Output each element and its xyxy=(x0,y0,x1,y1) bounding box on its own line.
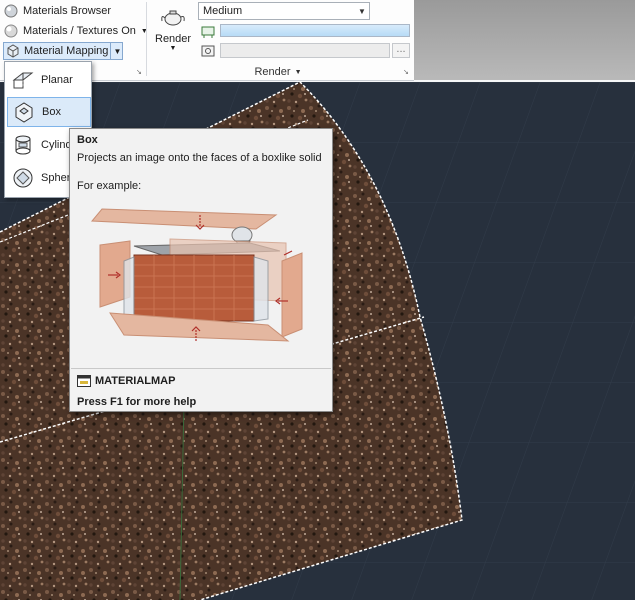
box-mapping-illustration xyxy=(90,208,303,342)
render-quality-select[interactable]: Medium ▼ xyxy=(198,2,370,20)
chevron-down-icon: ▼ xyxy=(358,6,366,16)
materials-textures-dropdown[interactable]: Materials / Textures On ▼ xyxy=(4,22,148,40)
command-line-icon xyxy=(77,375,91,387)
material-mapping-button[interactable]: Material Mapping xyxy=(3,42,123,60)
teapot-icon xyxy=(161,10,185,26)
tooltip-title: Box xyxy=(77,134,98,146)
render-progress-fill xyxy=(221,25,409,36)
render-progress-bar xyxy=(220,24,410,37)
material-sphere-icon xyxy=(4,24,18,38)
ribbon: Materials Browser Materials / Textures O… xyxy=(0,0,635,82)
box-map-icon xyxy=(15,102,33,123)
render-panel-title[interactable]: Render ▼ xyxy=(150,65,406,79)
planar-map-icon xyxy=(12,72,34,89)
save-render-icon xyxy=(201,45,215,57)
panel-launcher-icon[interactable]: ↘ xyxy=(136,68,144,76)
chevron-down-icon: ▼ xyxy=(113,46,122,56)
render-output-icon xyxy=(201,26,215,38)
material-mapping-dropdown-arrow[interactable]: ▼ xyxy=(110,42,124,60)
ribbon-empty-area xyxy=(414,0,635,80)
chevron-down-icon: ▼ xyxy=(294,68,302,76)
render-button[interactable]: Render ▼ xyxy=(155,6,191,52)
tooltip-description: Projects an image onto the faces of a bo… xyxy=(77,152,322,164)
tooltip-help-hint: Press F1 for more help xyxy=(77,396,197,408)
menu-item-planar[interactable]: Planar xyxy=(7,65,91,95)
materials-browser-icon xyxy=(4,4,18,18)
cylindrical-map-icon xyxy=(15,135,31,155)
panel-launcher-icon[interactable]: ↘ xyxy=(403,68,411,76)
menu-item-box[interactable]: Box xyxy=(7,97,91,127)
browse-button[interactable]: ... xyxy=(392,43,410,58)
tooltip-divider xyxy=(71,368,331,369)
chevron-down-icon: ▼ xyxy=(169,45,177,52)
tooltip-example-label: For example: xyxy=(77,180,142,192)
materials-browser-button[interactable]: Materials Browser xyxy=(4,2,111,20)
tooltip-command: MATERIALMAP xyxy=(77,375,175,387)
material-mapping-icon xyxy=(7,44,19,58)
render-output-path-field[interactable] xyxy=(220,43,390,58)
spherical-map-icon xyxy=(13,168,33,188)
box-mapping-tooltip: Box Projects an image onto the faces of … xyxy=(69,128,333,412)
